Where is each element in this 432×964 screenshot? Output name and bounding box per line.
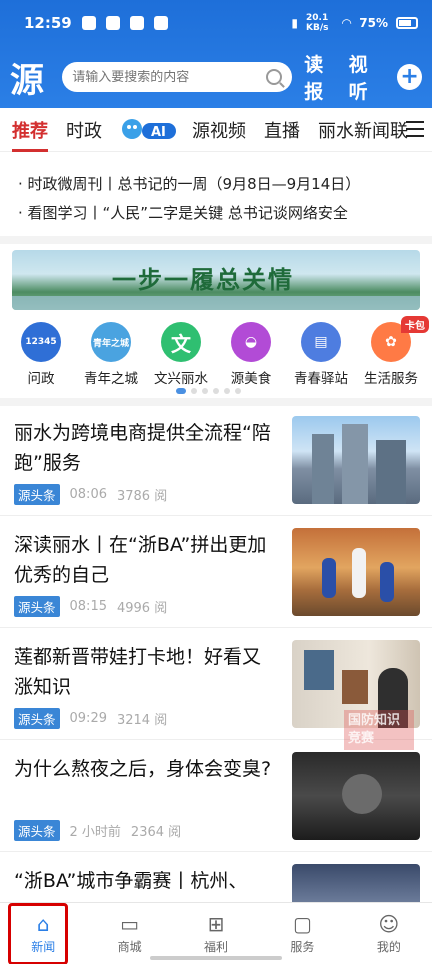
- menu-icon[interactable]: [406, 121, 424, 142]
- list-item[interactable]: 深读丽水丨在“浙BA”拼出更加优秀的自己 源头条 08:15 4996 阅: [0, 516, 432, 628]
- banner-water: [12, 296, 420, 310]
- quick-icon-life-service[interactable]: ✿ 卡包 生活服务: [358, 316, 429, 392]
- network-speed: 20.1 KB/s: [306, 13, 329, 33]
- status-time: 12:59: [24, 14, 72, 32]
- read-news-button[interactable]: 读报: [304, 50, 340, 104]
- source-tag: 源头条: [14, 596, 60, 617]
- user-icon: ☺: [378, 911, 400, 936]
- home-indicator: [150, 956, 282, 960]
- nav-news[interactable]: ⌂ 新闻: [0, 903, 86, 964]
- status-bar: 12:59 ▮ 20.1 KB/s ◠ 75%: [0, 0, 432, 46]
- search-bar[interactable]: [62, 62, 293, 92]
- watch-button[interactable]: 视听: [349, 50, 385, 104]
- article-thumbnail: [292, 528, 420, 616]
- tab-politics[interactable]: 时政: [66, 117, 102, 143]
- search-icon[interactable]: [266, 69, 283, 85]
- article-thumbnail: [292, 752, 420, 840]
- bottom-nav: ⌂ 新闻 ▭ 商城 ⊞ 福利 ▢ 服务 ☺ 我的: [0, 902, 432, 964]
- vibrate-icon: ▮: [291, 16, 299, 30]
- article-thumbnail: [292, 416, 420, 504]
- app-header: 12:59 ▮ 20.1 KB/s ◠ 75% 源 读报 视听 +: [0, 0, 432, 108]
- quick-icon-culture[interactable]: 文 文兴丽水: [148, 322, 214, 392]
- nav-service[interactable]: ▢ 服务: [259, 903, 345, 964]
- article-reads: 4996 阅: [116, 601, 168, 616]
- article-title: 为什么熬夜之后，身体会变臭?: [14, 758, 272, 780]
- news-ticker: · 时政微周刊丨总书记的一周（9月8日—9月14日） · 看图学习丨“人民”二字…: [0, 162, 432, 236]
- tab-lishui-news[interactable]: 丽水新闻联: [318, 117, 408, 143]
- nav-mall[interactable]: ▭ 商城: [86, 903, 172, 964]
- source-tag: 源头条: [14, 708, 60, 729]
- app-icon: [129, 16, 144, 30]
- gift-icon: ⊞: [207, 911, 225, 936]
- watermark: 国防知识竞赛: [344, 710, 414, 750]
- article-time: 09:29: [69, 711, 107, 726]
- bag-icon: ▢: [292, 911, 312, 936]
- services-icon: ✿ 卡包: [371, 316, 429, 362]
- article-reads: 2364 阅: [130, 825, 182, 840]
- quick-icon-wenzheng[interactable]: 12345 问政: [8, 322, 74, 392]
- nav-welfare[interactable]: ⊞ 福利: [173, 903, 259, 964]
- hotline-icon: 12345: [21, 322, 61, 362]
- article-time: 08:15: [69, 599, 107, 614]
- banner-text: 一步一履总关情: [112, 265, 294, 294]
- search-input[interactable]: [72, 69, 263, 85]
- article-title: 深读丽水丨在“浙BA”拼出更加优秀的自己: [14, 534, 267, 586]
- article-title: “浙BA”城市争霸赛丨杭州、: [14, 870, 248, 892]
- youth-city-icon: 青年之城: [91, 322, 131, 362]
- article-title: 莲都新晋带娃打卡地！好看又涨知识: [14, 646, 262, 698]
- add-icon[interactable]: +: [397, 64, 423, 90]
- article-title: 丽水为跨境电商提供全流程“陪跑”服务: [14, 422, 271, 474]
- source-tag: 源头条: [14, 484, 60, 505]
- quick-access-icons: 12345 问政 青年之城 青年之城 文 文兴丽水 ◒ 源美食 ▤ 青春驿站 ✿…: [0, 316, 432, 392]
- tiktok-icon: [81, 16, 96, 30]
- divider: [0, 236, 432, 244]
- culture-icon: 文: [161, 322, 201, 362]
- source-tag: 源头条: [14, 820, 60, 841]
- article-reads: 3214 阅: [116, 713, 168, 728]
- article-time: 2 小时前: [69, 825, 121, 840]
- svg-text:AI: AI: [151, 125, 166, 140]
- pager-dots: [176, 388, 241, 394]
- ticker-item[interactable]: · 看图学习丨“人民”二字是关键 总书记谈网络安全: [18, 199, 414, 228]
- bowl-icon: ◒: [231, 322, 271, 362]
- quick-icon-youth-station[interactable]: ▤ 青春驿站: [288, 322, 354, 392]
- battery-percent: 75%: [359, 16, 388, 30]
- quick-icon-food[interactable]: ◒ 源美食: [218, 322, 284, 392]
- article-reads: 3786 阅: [116, 489, 168, 504]
- book-icon: ▤: [301, 322, 341, 362]
- tab-video[interactable]: 源视频: [192, 117, 246, 143]
- list-item[interactable]: 丽水为跨境电商提供全流程“陪跑”服务 源头条 08:06 3786 阅: [0, 404, 432, 516]
- mail-icon: [105, 16, 120, 30]
- store-icon: ▭: [120, 911, 140, 936]
- list-item[interactable]: 为什么熬夜之后，身体会变臭? 源头条 2 小时前 2364 阅: [0, 740, 432, 852]
- article-time: 08:06: [69, 487, 107, 502]
- app-logo: 源: [10, 60, 44, 101]
- home-icon: ⌂: [36, 911, 50, 936]
- wifi-icon: ◠: [342, 16, 352, 30]
- crown-icon: [153, 16, 168, 30]
- tab-recommend[interactable]: 推荐: [12, 117, 48, 152]
- ai-mascot-icon[interactable]: AI: [120, 115, 178, 145]
- battery-icon: [396, 17, 418, 29]
- card-pack-badge: 卡包: [401, 316, 429, 333]
- nav-mine[interactable]: ☺ 我的: [346, 903, 432, 964]
- category-tabs: 推荐 时政 AI 源视频 直播 丽水新闻联: [0, 108, 432, 152]
- ticker-item[interactable]: · 时政微周刊丨总书记的一周（9月8日—9月14日）: [18, 170, 414, 199]
- promo-banner[interactable]: 一步一履总关情: [12, 250, 420, 310]
- quick-icon-youth-city[interactable]: 青年之城 青年之城: [78, 322, 144, 392]
- tab-live[interactable]: 直播: [264, 117, 300, 143]
